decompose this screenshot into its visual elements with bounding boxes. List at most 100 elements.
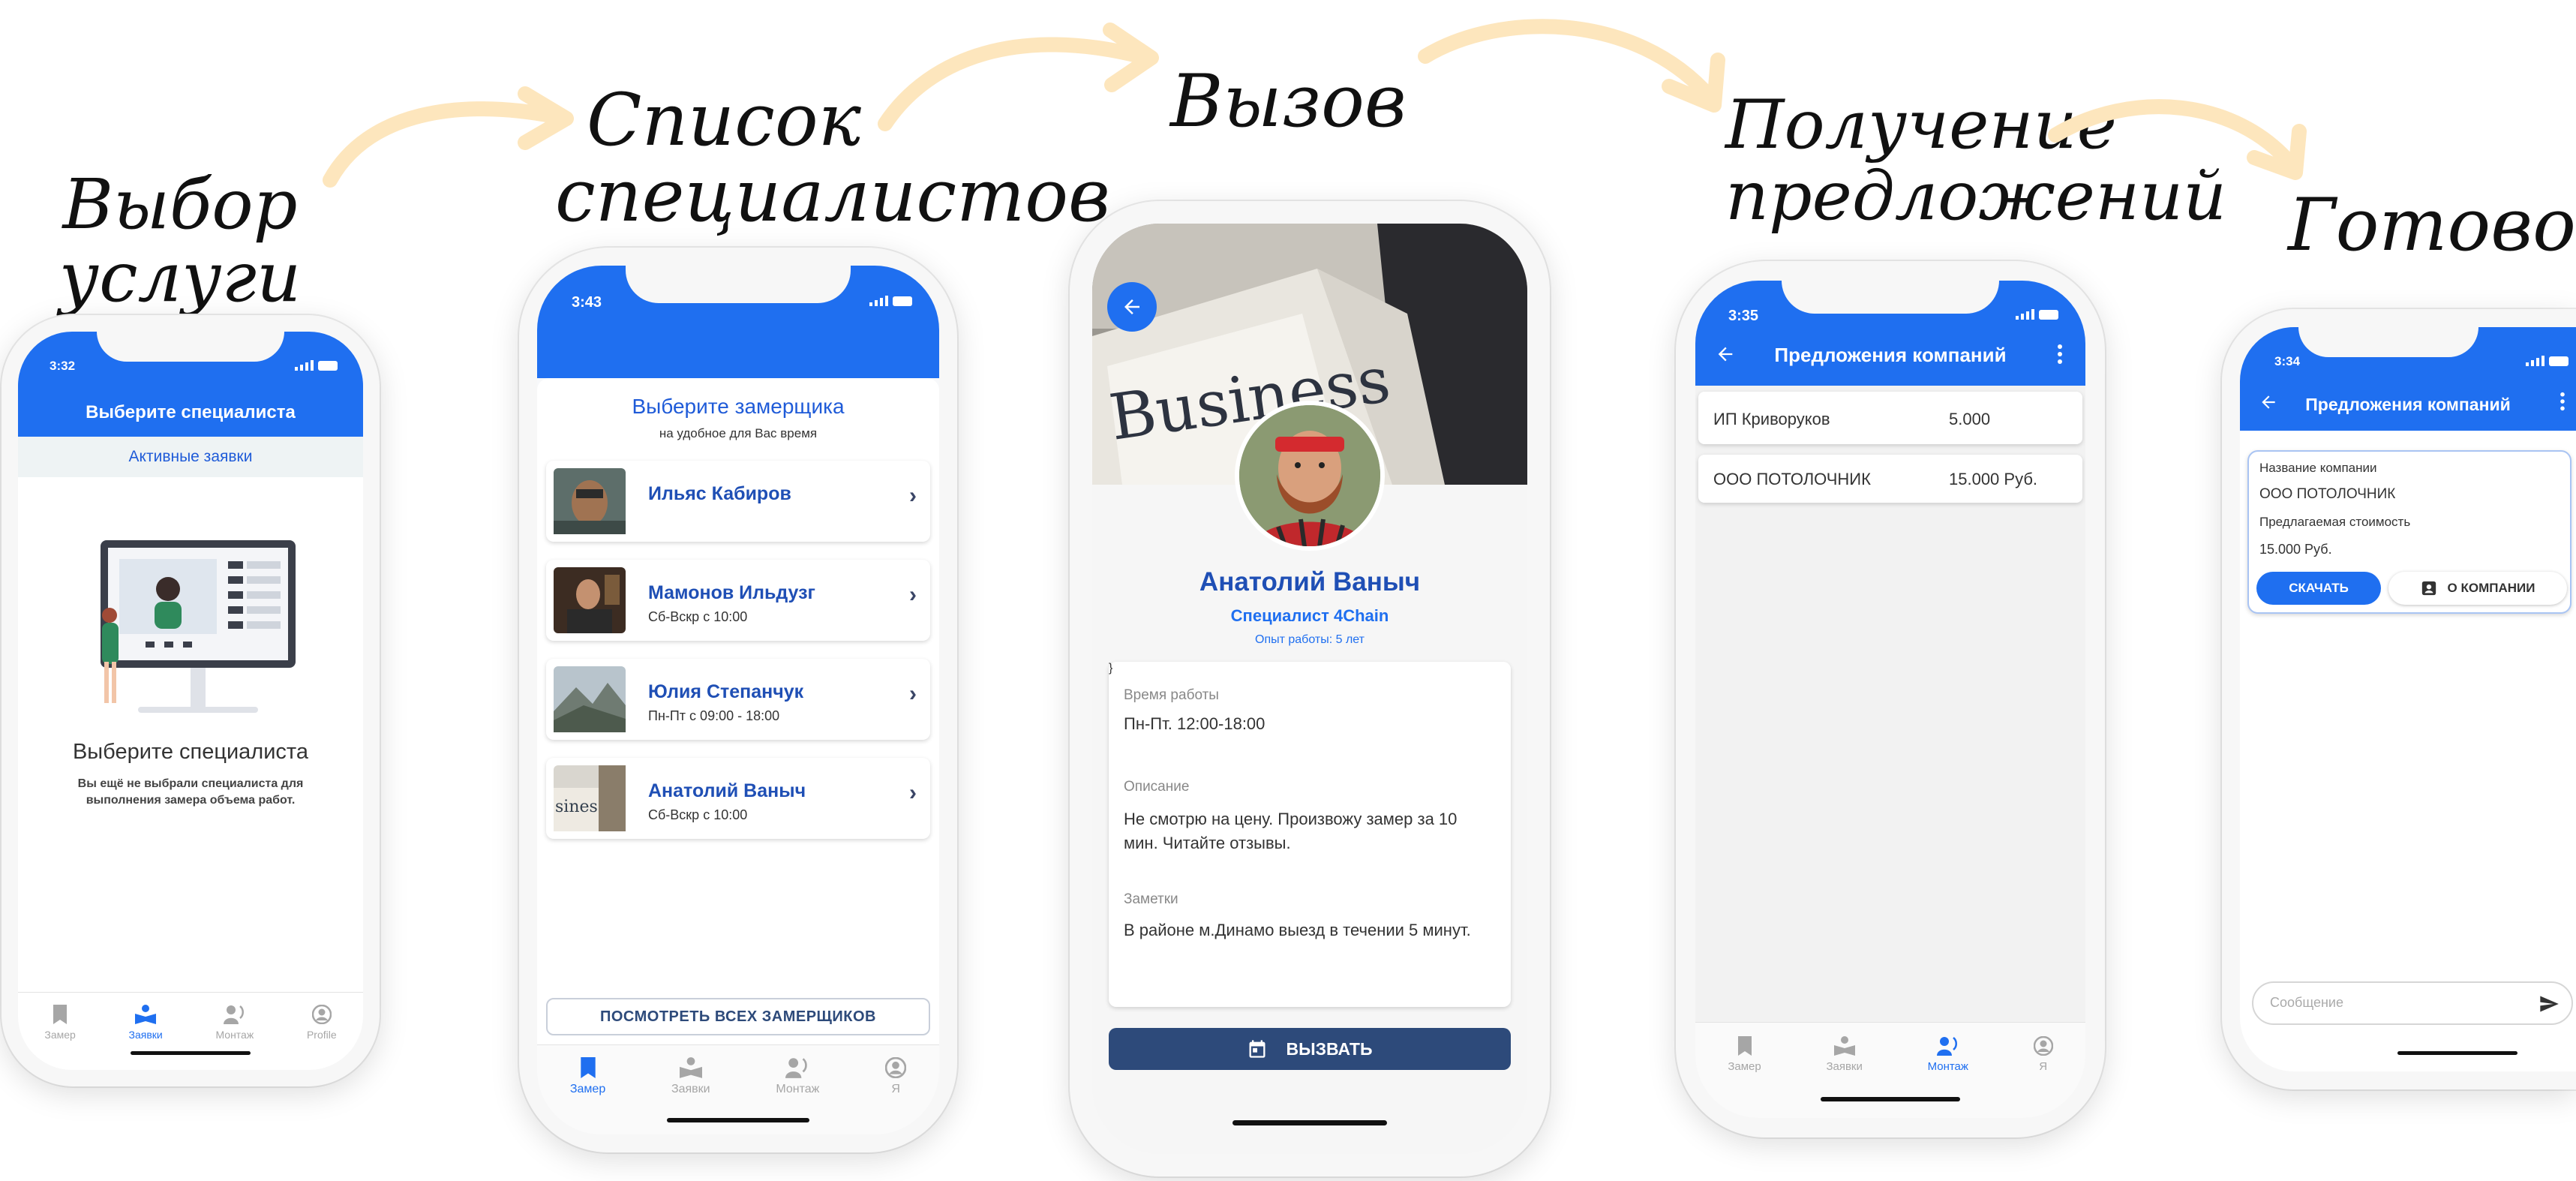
step-title-receive-offers: Получение предложений	[1725, 89, 2227, 236]
specialist-row-4[interactable]: siness Анатолий Ваныч Сб-Вскр с 10:00 ›	[546, 758, 930, 839]
download-button[interactable]: СКАЧАТЬ	[2256, 572, 2381, 605]
phone4-tab-measure-label: Замер	[1728, 1060, 1761, 1073]
phone-done: 3:34 Предложения компаний Название компа…	[2222, 309, 2576, 1089]
specialist-schedule-3: Пн-Пт с 09:00 - 18:00	[648, 708, 780, 723]
phone1-tab-profile[interactable]: Profile	[307, 1005, 337, 1041]
phone2-content: Выберите замерщика на удобное для Вас вр…	[537, 378, 939, 1044]
open-book-icon	[679, 1057, 702, 1078]
phone1-tab-measure[interactable]: Замер	[44, 1005, 76, 1041]
work-time-value: Пн-Пт. 12:00-18:00	[1124, 714, 1265, 733]
specialist-role: Специалист 4Chain	[1230, 606, 1389, 625]
phone1-time: 3:32	[50, 359, 76, 373]
phone5-title: Предложения компаний	[2305, 395, 2511, 414]
phone2-screen: 3:43 Выберите замерщика на удобное для В…	[537, 266, 939, 1134]
phone1-status-icons	[295, 360, 338, 371]
specialist-avatar-3	[554, 666, 626, 732]
phone2-tab-measure[interactable]: Замер	[570, 1057, 605, 1096]
chevron-right-icon: ›	[909, 780, 917, 805]
phone2-tab-me[interactable]: Я	[885, 1057, 907, 1096]
specialist-row-3[interactable]: Юлия Степанчук Пн-Пт с 09:00 - 18:00 ›	[546, 659, 930, 740]
step-title-specialists-line2: специалистов	[555, 153, 1110, 238]
more-vertical-icon	[2560, 392, 2565, 411]
bookmark-icon	[1737, 1036, 1752, 1056]
offer-company-2: ООО ПОТОЛОЧНИК	[1713, 470, 1871, 488]
phone5-more-menu[interactable]	[2555, 389, 2570, 414]
specialist-details-card: Время работы Пн-Пт. 12:00-18:00 Описание…	[1109, 662, 1511, 1007]
contact-card-icon	[2421, 581, 2436, 596]
specialist-row-2[interactable]: Мамонов Ильдузг Сб-Вскр с 10:00 ›	[546, 560, 930, 641]
phone4-tab-install-label: Монтаж	[1927, 1060, 1968, 1073]
account-circle-icon	[2033, 1036, 2053, 1056]
specialist-row-1[interactable]: Ильяс Кабиров ›	[546, 461, 930, 542]
phone4-tab-requests[interactable]: Заявки	[1826, 1036, 1863, 1073]
message-input[interactable]: Сообщение	[2252, 981, 2573, 1025]
call-button-label: ВЫЗВАТЬ	[1286, 1038, 1373, 1059]
phone4-tab-install[interactable]: Монтаж	[1928, 1036, 1968, 1073]
view-all-specialists-button[interactable]: ПОСМОТРЕТЬ ВСЕХ ЗАМЕРЩИКОВ	[546, 998, 930, 1035]
speaking-person-icon	[785, 1058, 808, 1078]
specialist-avatar-2	[554, 567, 626, 633]
phone1-empty-text: Вы ещё не выбрали специалиста для выполн…	[77, 777, 304, 807]
specialist-name: Анатолий Ваныч	[1199, 567, 1421, 597]
step-title-specialists-line1: Список	[587, 78, 861, 162]
phone2-tab-me-label: Я	[891, 1083, 900, 1095]
specialist-avatar-4: siness	[554, 765, 626, 831]
signal-icon	[2016, 309, 2034, 320]
battery-icon	[2549, 356, 2568, 366]
description-label: Описание	[1124, 779, 1190, 795]
battery-icon	[893, 296, 912, 306]
phone4-more-menu[interactable]	[2051, 341, 2069, 368]
phone2-tab-requests-label: Заявки	[671, 1083, 710, 1095]
specialist-experience: Опыт работы: 5 лет	[1255, 633, 1365, 646]
chevron-right-icon: ›	[909, 483, 917, 508]
phone5-status-icons	[2526, 356, 2568, 366]
phone1-notch	[97, 332, 284, 362]
specialist-name-3: Юлия Степанчук	[648, 681, 804, 702]
bookmark-icon	[580, 1057, 596, 1078]
active-requests-tab[interactable]: Активные заявки	[18, 437, 363, 477]
more-vertical-icon	[2058, 344, 2062, 364]
open-book-icon	[135, 1005, 157, 1024]
call-specialist-button[interactable]: ВЫЗВАТЬ	[1109, 1028, 1511, 1070]
phone4-screen: 3:35 Предложения компаний ИП Криворуков …	[1695, 281, 2085, 1118]
phone4-tab-measure[interactable]: Замер	[1728, 1036, 1761, 1073]
chevron-right-icon: ›	[909, 681, 917, 706]
company-name-label: Название компании	[2259, 461, 2377, 475]
specialist-name-4: Анатолий Ваныч	[648, 780, 806, 801]
phone2-tab-install-label: Монтаж	[776, 1083, 820, 1095]
step-title-offers-line2: предложений	[1725, 156, 2227, 236]
phone2-tab-requests[interactable]: Заявки	[671, 1057, 710, 1096]
about-company-button[interactable]: О КОМПАНИИ	[2388, 572, 2567, 605]
phone4-tab-me[interactable]: Я	[2033, 1036, 2053, 1073]
offer-row-1[interactable]: ИП Криворуков 5.000	[1698, 392, 2082, 444]
phone1-tab-install[interactable]: Монтаж	[215, 1005, 254, 1041]
phone3-home-indicator	[1232, 1120, 1387, 1125]
send-icon[interactable]	[2538, 993, 2559, 1014]
notes-value: В районе м.Динамо выезд в течении 5 мину…	[1124, 921, 1471, 939]
step-title-done: Готово!	[2288, 183, 2576, 267]
back-button[interactable]	[1107, 282, 1157, 332]
arrow-1-icon	[323, 86, 574, 188]
phone1-empty-title: Выберите специалиста	[72, 740, 309, 764]
arrow-left-icon	[1124, 299, 1139, 314]
specialist-schedule-2: Сб-Вскр с 10:00	[648, 609, 748, 624]
company-name-value: ООО ПОТОЛОЧНИК	[2259, 486, 2396, 502]
phone1-screen: 3:32 Выберите специалиста Активные заявк…	[18, 332, 363, 1070]
svg-text:siness: siness	[555, 798, 606, 816]
computer-illustration	[101, 540, 296, 713]
phone5-time: 3:34	[2274, 354, 2301, 368]
work-time-label: Время работы	[1124, 687, 1219, 703]
specialist-schedule-4: Сб-Вскр с 10:00	[648, 807, 748, 822]
phone2-subheading: на удобное для Вас время	[659, 426, 818, 440]
offer-company-1: ИП Криворуков	[1713, 410, 1830, 428]
offer-row-2[interactable]: ООО ПОТОЛОЧНИК 15.000 Руб.	[1698, 455, 2082, 503]
phone2-tab-install[interactable]: Монтаж	[776, 1057, 819, 1096]
phone2-time: 3:43	[572, 294, 602, 311]
specialist-avatar-large	[1235, 401, 1385, 551]
phone1-tab-profile-label: Profile	[306, 1029, 337, 1041]
signal-icon	[869, 296, 888, 306]
description-value: Не смотрю на цену. Произвожу замер за 10…	[1124, 810, 1458, 852]
phone1-tab-requests[interactable]: Заявки	[129, 1005, 163, 1041]
phone1-title: Выберите специалиста	[86, 402, 296, 422]
account-circle-icon	[311, 1005, 332, 1024]
